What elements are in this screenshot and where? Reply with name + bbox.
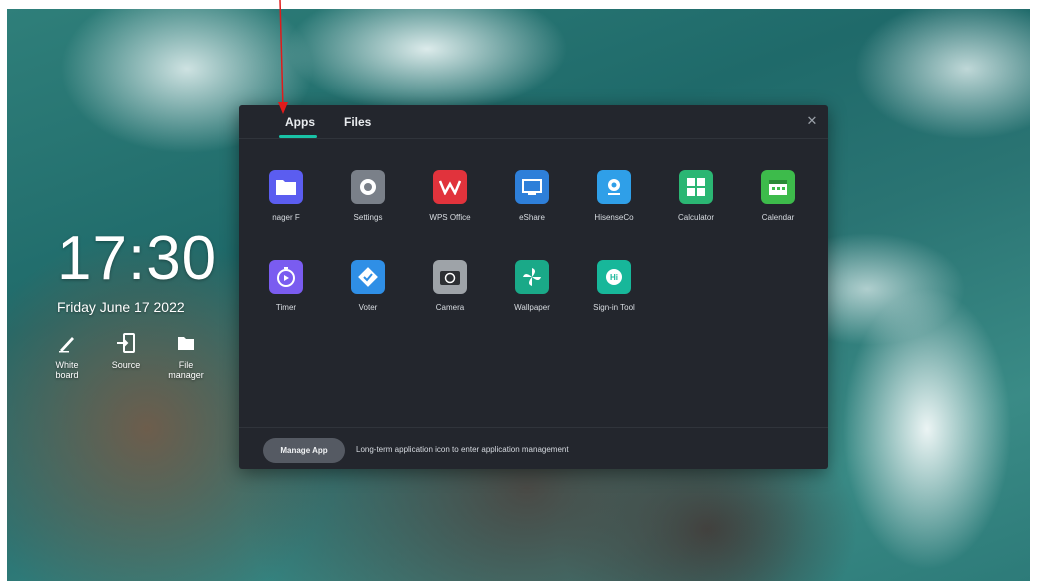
- app-label: Sign-in Tool: [593, 303, 635, 312]
- shortcut-label: Source: [111, 360, 141, 370]
- app-timer[interactable]: Timer: [251, 260, 321, 312]
- folder-icon: [178, 337, 194, 350]
- manage-app-button[interactable]: Manage App: [263, 438, 345, 463]
- app-label: Calculator: [677, 213, 714, 222]
- app-wallpaper[interactable]: Wallpaper: [497, 260, 567, 312]
- app-label: Settings: [353, 213, 383, 222]
- app-label: Calendar: [761, 213, 795, 222]
- app-voter[interactable]: Voter: [333, 260, 403, 312]
- sign-in-icon: Hi: [597, 260, 631, 294]
- desktop-background: 17:30 Friday June 17 2022 White board So…: [7, 9, 1030, 581]
- svg-text:Hi: Hi: [610, 273, 618, 282]
- app-label: Voter: [358, 303, 378, 312]
- app-label: HisenseCo: [594, 213, 634, 222]
- calendar-icon: [761, 170, 795, 204]
- gear-icon: [351, 170, 385, 204]
- app-drawer-dialog: Apps Files ✕ nager F Settings WPS Office: [239, 105, 828, 469]
- app-eshare[interactable]: eShare: [497, 170, 567, 222]
- app-file-manager[interactable]: nager F: [251, 170, 321, 222]
- app-label: eShare: [519, 213, 545, 222]
- app-label: Wallpaper: [514, 303, 550, 312]
- app-label: Timer: [275, 303, 297, 312]
- tab-files[interactable]: Files: [344, 115, 371, 129]
- screen-share-icon: [515, 170, 549, 204]
- whiteboard-shortcut[interactable]: White board: [45, 332, 89, 380]
- shortcut-label: White board: [55, 360, 79, 380]
- clock-time: 17:30: [57, 224, 218, 293]
- app-settings[interactable]: Settings: [333, 170, 403, 222]
- pinwheel-icon: [515, 260, 549, 294]
- timer-icon: [269, 260, 303, 294]
- file-manager-shortcut[interactable]: File manager: [164, 332, 208, 380]
- app-label: Camera: [435, 303, 465, 312]
- tab-bar: Apps Files ✕: [239, 105, 828, 139]
- vote-icon: [351, 260, 385, 294]
- app-label: WPS Office: [429, 213, 471, 222]
- folder-icon: [269, 170, 303, 204]
- source-shortcut[interactable]: Source: [104, 332, 148, 370]
- app-wps-office[interactable]: WPS Office: [415, 170, 485, 222]
- source-input-icon: [117, 333, 135, 353]
- tab-apps[interactable]: Apps: [285, 115, 315, 129]
- app-sign-in-tool[interactable]: Hi Sign-in Tool: [579, 260, 649, 312]
- webcam-icon: [597, 170, 631, 204]
- close-icon[interactable]: ✕: [804, 113, 820, 129]
- active-tab-indicator: [279, 135, 317, 138]
- clock-date: Friday June 17 2022: [57, 299, 185, 315]
- app-label: nager F: [272, 213, 300, 222]
- dialog-footer: Manage App Long-term application icon to…: [239, 427, 828, 470]
- wps-icon: [433, 170, 467, 204]
- camera-icon: [433, 260, 467, 294]
- pen-icon: [59, 337, 74, 353]
- app-calendar[interactable]: Calendar: [743, 170, 813, 222]
- manage-hint-text: Long-term application icon to enter appl…: [356, 445, 569, 454]
- app-camera[interactable]: Camera: [415, 260, 485, 312]
- app-hisense-connect[interactable]: HisenseCo: [579, 170, 649, 222]
- calculator-icon: [679, 170, 713, 204]
- shortcut-label: File manager: [168, 360, 204, 380]
- app-calculator[interactable]: Calculator: [661, 170, 731, 222]
